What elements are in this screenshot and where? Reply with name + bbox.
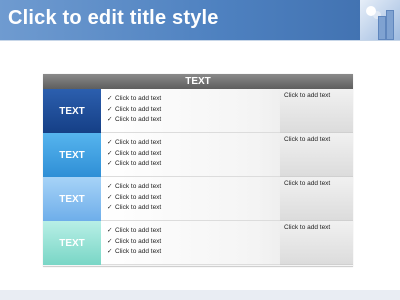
slide-title[interactable]: Click to edit title style <box>8 7 219 30</box>
row-side-text[interactable]: Click to add text <box>280 89 353 133</box>
row-label[interactable]: TEXT <box>43 221 101 265</box>
check-icon: ✓ <box>107 204 113 211</box>
check-icon: ✓ <box>107 139 113 146</box>
check-icon: ✓ <box>107 193 113 201</box>
check-icon: ✓ <box>107 160 113 167</box>
row-side-text[interactable]: Click to add text <box>280 221 353 265</box>
title-bar: Click to edit title style <box>0 0 400 41</box>
row-side-text[interactable]: Click to add text <box>280 177 353 221</box>
list-item-text: Click to add text <box>115 139 162 146</box>
check-icon: ✓ <box>107 237 113 245</box>
check-icon: ✓ <box>107 95 113 102</box>
check-icon: ✓ <box>107 149 113 157</box>
sun-icon <box>366 6 376 16</box>
list-item-text: Click to add text <box>115 227 162 234</box>
table-header[interactable]: TEXT <box>43 74 353 89</box>
check-icon: ✓ <box>107 116 113 123</box>
row-label[interactable]: TEXT <box>43 89 101 133</box>
check-icon: ✓ <box>107 183 113 190</box>
check-icon: ✓ <box>107 227 113 234</box>
list-item-text: Click to add text <box>115 149 162 157</box>
check-icon: ✓ <box>107 248 113 255</box>
table-row: TEXT ✓ Click to add text ✓ Click to add te… <box>43 89 353 133</box>
row-label[interactable]: TEXT <box>43 177 101 221</box>
list-item-text: Click to add text <box>115 105 162 113</box>
row-label[interactable]: TEXT <box>43 133 101 177</box>
list-item-text: Click to add text <box>115 248 162 255</box>
building-icon <box>378 16 386 40</box>
check-icon: ✓ <box>107 105 113 113</box>
list-item-text: Click to add text <box>115 183 162 190</box>
list-item-text: Click to add text <box>115 160 162 167</box>
table-row: TEXT ✓ Click to add text ✓ Click to add te… <box>43 221 353 265</box>
table-bottom-rule <box>43 266 353 267</box>
list-item-text: Click to add text <box>115 193 162 201</box>
building-icon <box>386 10 394 40</box>
table-row: TEXT ✓ Click to add text ✓ Click to add te… <box>43 133 353 177</box>
list-item-text: Click to add text <box>115 116 162 123</box>
list-item-text: Click to add text <box>115 237 162 245</box>
corner-graphic <box>360 0 400 40</box>
list-item-text: Click to add text <box>115 204 162 211</box>
footer-strip <box>0 290 400 300</box>
content-table: TEXT TEXT ✓ Click to add text ✓ Click to a… <box>43 74 353 267</box>
row-side-text[interactable]: Click to add text <box>280 133 353 177</box>
list-item-text: Click to add text <box>115 95 162 102</box>
table-row: TEXT ✓ Click to add text ✓ Click to add te… <box>43 177 353 221</box>
